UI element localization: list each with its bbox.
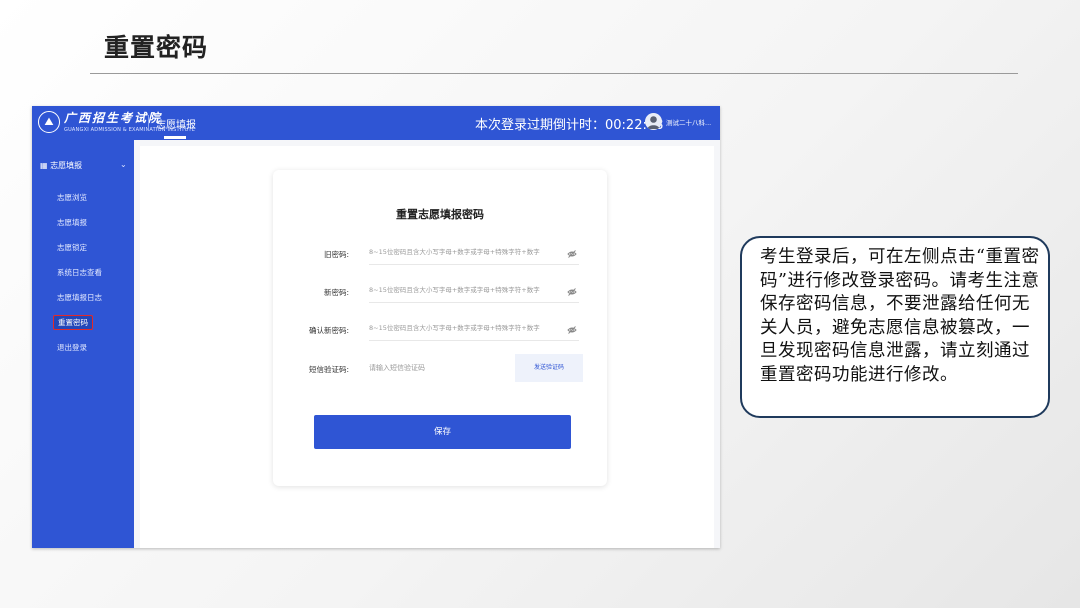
app-header: ⛰ 广西招生考试院 GUANGXI ADMISSION & EXAMINATIO… bbox=[32, 106, 720, 140]
form-title: 重置志愿填报密码 bbox=[396, 208, 484, 221]
chevron-down-icon[interactable]: ⌄ bbox=[120, 160, 127, 169]
eye-off-icon[interactable] bbox=[567, 325, 577, 335]
user-avatar-icon[interactable] bbox=[645, 113, 662, 130]
active-tab-indicator bbox=[164, 136, 186, 139]
sms-code-input[interactable]: 请输入短信验证码 bbox=[369, 354, 513, 382]
old-password-input[interactable]: 8~15位密码且含大小写字母+数字或字母+特殊字符+数字 bbox=[369, 240, 579, 265]
confirm-password-input[interactable]: 8~15位密码且含大小写字母+数字或字母+特殊字符+数字 bbox=[369, 316, 579, 341]
sidebar: ▦ 志愿填报 ⌄ 志愿浏览 志愿填报 志愿锁定 系统日志查看 志愿填报日志 重置… bbox=[32, 140, 134, 548]
send-code-button[interactable]: 发送验证码 bbox=[515, 354, 583, 382]
session-countdown: 本次登录过期倒计时：00:22:48 bbox=[475, 118, 664, 133]
sidebar-item-browse[interactable]: 志愿浏览 bbox=[57, 192, 87, 203]
eye-off-icon[interactable] bbox=[567, 287, 577, 297]
new-password-label: 新密码: bbox=[323, 288, 349, 297]
sidebar-item-reset-password[interactable]: 重置密码 bbox=[53, 315, 93, 330]
sms-code-label: 短信验证码: bbox=[308, 365, 349, 374]
confirm-password-label: 确认新密码: bbox=[308, 326, 349, 335]
sidebar-group-label: 志愿填报 bbox=[50, 161, 83, 170]
sidebar-group-volunteer[interactable]: ▦ 志愿填报 bbox=[40, 160, 82, 171]
slide-title: 重置密码 bbox=[104, 33, 209, 62]
callout-box: 考生登录后，可在左侧点击“重置密码”进行修改登录密码。请考生注意保存密码信息，不… bbox=[740, 236, 1050, 418]
user-name[interactable]: 测试二十八科... bbox=[666, 117, 711, 127]
logo-emblem-icon: ⛰ bbox=[38, 111, 60, 133]
grid-icon: ▦ bbox=[40, 161, 48, 170]
sidebar-item-lock[interactable]: 志愿锁定 bbox=[57, 242, 87, 253]
eye-off-icon[interactable] bbox=[567, 249, 577, 259]
save-button[interactable]: 保存 bbox=[314, 415, 571, 449]
title-divider bbox=[90, 73, 1018, 74]
reset-password-card: 重置志愿填报密码 旧密码: 8~15位密码且含大小写字母+数字或字母+特殊字符+… bbox=[273, 170, 607, 486]
old-password-label: 旧密码: bbox=[323, 250, 349, 259]
sidebar-item-fill[interactable]: 志愿填报 bbox=[57, 217, 87, 228]
app-screenshot: ⛰ 广西招生考试院 GUANGXI ADMISSION & EXAMINATIO… bbox=[32, 106, 720, 548]
callout-text: 考生登录后，可在左侧点击“重置密码”进行修改登录密码。请考生注意保存密码信息，不… bbox=[760, 247, 1040, 385]
tab-volunteer-fill[interactable]: 志愿填报 bbox=[156, 116, 196, 131]
sidebar-item-fill-log[interactable]: 志愿填报日志 bbox=[57, 292, 102, 303]
sidebar-item-logout[interactable]: 退出登录 bbox=[57, 342, 87, 353]
new-password-input[interactable]: 8~15位密码且含大小写字母+数字或字母+特殊字符+数字 bbox=[369, 278, 579, 303]
header-divider bbox=[148, 115, 149, 131]
sidebar-item-system-log[interactable]: 系统日志查看 bbox=[57, 267, 102, 278]
